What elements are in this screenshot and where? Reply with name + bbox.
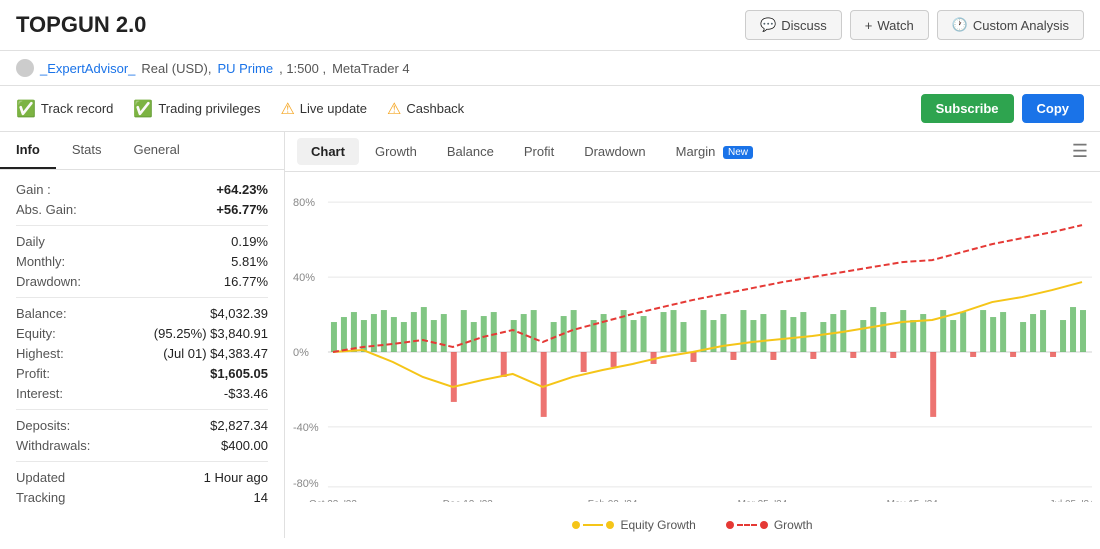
svg-text:Oct 23, '23: Oct 23, '23 xyxy=(309,499,357,502)
clock-icon: 🕐 xyxy=(952,17,968,33)
badges-row: ✅ Track record ✅ Trading privileges ⚠ Li… xyxy=(0,86,1100,132)
main-content: Info Stats General Gain : +64.23% Abs. G… xyxy=(0,132,1100,538)
chart-tab-balance[interactable]: Balance xyxy=(433,138,508,165)
equity-growth-line xyxy=(583,524,603,526)
badge-live-update: ⚠ Live update xyxy=(280,99,367,119)
info-panel: Gain : +64.23% Abs. Gain: +56.77% Daily … xyxy=(0,170,284,522)
withdrawals-row: Withdrawals: $400.00 xyxy=(16,438,268,453)
chat-icon: 💬 xyxy=(760,17,776,33)
custom-analysis-button[interactable]: 🕐 Custom Analysis xyxy=(937,10,1084,40)
badge-cashback: ⚠ Cashback xyxy=(387,99,464,119)
action-buttons: Subscribe Copy xyxy=(921,94,1084,123)
check-icon: ✅ xyxy=(16,99,36,119)
tab-stats[interactable]: Stats xyxy=(56,132,118,169)
legend-equity-growth: Equity Growth xyxy=(572,518,695,532)
watch-button[interactable]: + Watch xyxy=(850,10,929,40)
header-actions: 💬 Discuss + Watch 🕐 Custom Analysis xyxy=(745,10,1084,40)
highest-row: Highest: (Jul 01) $4,383.47 xyxy=(16,346,268,361)
warn-icon: ⚠ xyxy=(387,99,401,119)
discuss-button[interactable]: 💬 Discuss xyxy=(745,10,842,40)
chart-tab-chart[interactable]: Chart xyxy=(297,138,359,165)
svg-text:May 15, '24: May 15, '24 xyxy=(887,499,939,502)
badge-track-record: ✅ Track record xyxy=(16,99,113,119)
profit-row: Profit: $1,605.05 xyxy=(16,366,268,381)
chart-tab-profit[interactable]: Profit xyxy=(510,138,568,165)
daily-row: Daily 0.19% xyxy=(16,234,268,249)
gain-row: Gain : +64.23% xyxy=(16,182,268,197)
abs-gain-row: Abs. Gain: +56.77% xyxy=(16,202,268,217)
growth-dot xyxy=(726,521,734,529)
svg-text:0%: 0% xyxy=(293,347,309,359)
svg-text:80%: 80% xyxy=(293,197,315,209)
svg-text:40%: 40% xyxy=(293,272,315,284)
left-panel: Info Stats General Gain : +64.23% Abs. G… xyxy=(0,132,285,538)
chart-area: 80% 40% 0% -40% -80% xyxy=(285,172,1100,512)
svg-text:Mar 25, '24: Mar 25, '24 xyxy=(738,499,788,502)
warn-icon: ⚠ xyxy=(280,99,294,119)
chart-tabs: Chart Growth Balance Profit Drawdown Mar… xyxy=(285,132,1100,172)
page-title: TOPGUN 2.0 xyxy=(16,12,146,38)
updated-row: Updated 1 Hour ago xyxy=(16,470,268,485)
equity-growth-dot2 xyxy=(606,521,614,529)
chart-tab-margin[interactable]: Margin New xyxy=(662,138,767,165)
chart-legend: Equity Growth Growth xyxy=(285,512,1100,538)
badge-trading-privileges: ✅ Trading privileges xyxy=(133,99,260,119)
right-panel: Chart Growth Balance Profit Drawdown Mar… xyxy=(285,132,1100,538)
tab-info[interactable]: Info xyxy=(0,132,56,169)
header: TOPGUN 2.0 💬 Discuss + Watch 🕐 Custom An… xyxy=(0,0,1100,51)
svg-text:-80%: -80% xyxy=(293,478,319,490)
plus-icon: + xyxy=(865,18,873,33)
balance-row: Balance: $4,032.39 xyxy=(16,306,268,321)
new-badge: New xyxy=(723,146,753,159)
equity-row: Equity: (95.25%) $3,840.91 xyxy=(16,326,268,341)
interest-row: Interest: -$33.46 xyxy=(16,386,268,401)
svg-text:-40%: -40% xyxy=(293,422,319,434)
deposits-row: Deposits: $2,827.34 xyxy=(16,418,268,433)
subscribe-button[interactable]: Subscribe xyxy=(921,94,1014,123)
avatar xyxy=(16,59,34,77)
check-icon: ✅ xyxy=(133,99,153,119)
left-tabs: Info Stats General xyxy=(0,132,284,170)
equity-growth-dot xyxy=(572,521,580,529)
tab-general[interactable]: General xyxy=(117,132,195,169)
chart-settings-icon[interactable]: ☰ xyxy=(1072,141,1088,162)
chart-tab-growth[interactable]: Growth xyxy=(361,138,431,165)
growth-line xyxy=(737,524,757,526)
legend-growth: Growth xyxy=(726,518,813,532)
broker-link[interactable]: PU Prime xyxy=(217,61,273,76)
svg-text:Jul 05, '24: Jul 05, '24 xyxy=(1049,499,1092,502)
growth-dot2 xyxy=(760,521,768,529)
author-link[interactable]: _ExpertAdvisor_ xyxy=(40,61,135,76)
monthly-row: Monthly: 5.81% xyxy=(16,254,268,269)
drawdown-row: Drawdown: 16.77% xyxy=(16,274,268,289)
svg-text:Feb 02, '24: Feb 02, '24 xyxy=(588,499,638,502)
chart-svg: 80% 40% 0% -40% -80% xyxy=(293,182,1092,502)
copy-button[interactable]: Copy xyxy=(1022,94,1085,123)
subheader: _ExpertAdvisor_ Real (USD), PU Prime , 1… xyxy=(0,51,1100,86)
svg-text:Dec 12, '23: Dec 12, '23 xyxy=(443,499,494,502)
tracking-row: Tracking 14 xyxy=(16,490,268,505)
chart-tab-drawdown[interactable]: Drawdown xyxy=(570,138,659,165)
